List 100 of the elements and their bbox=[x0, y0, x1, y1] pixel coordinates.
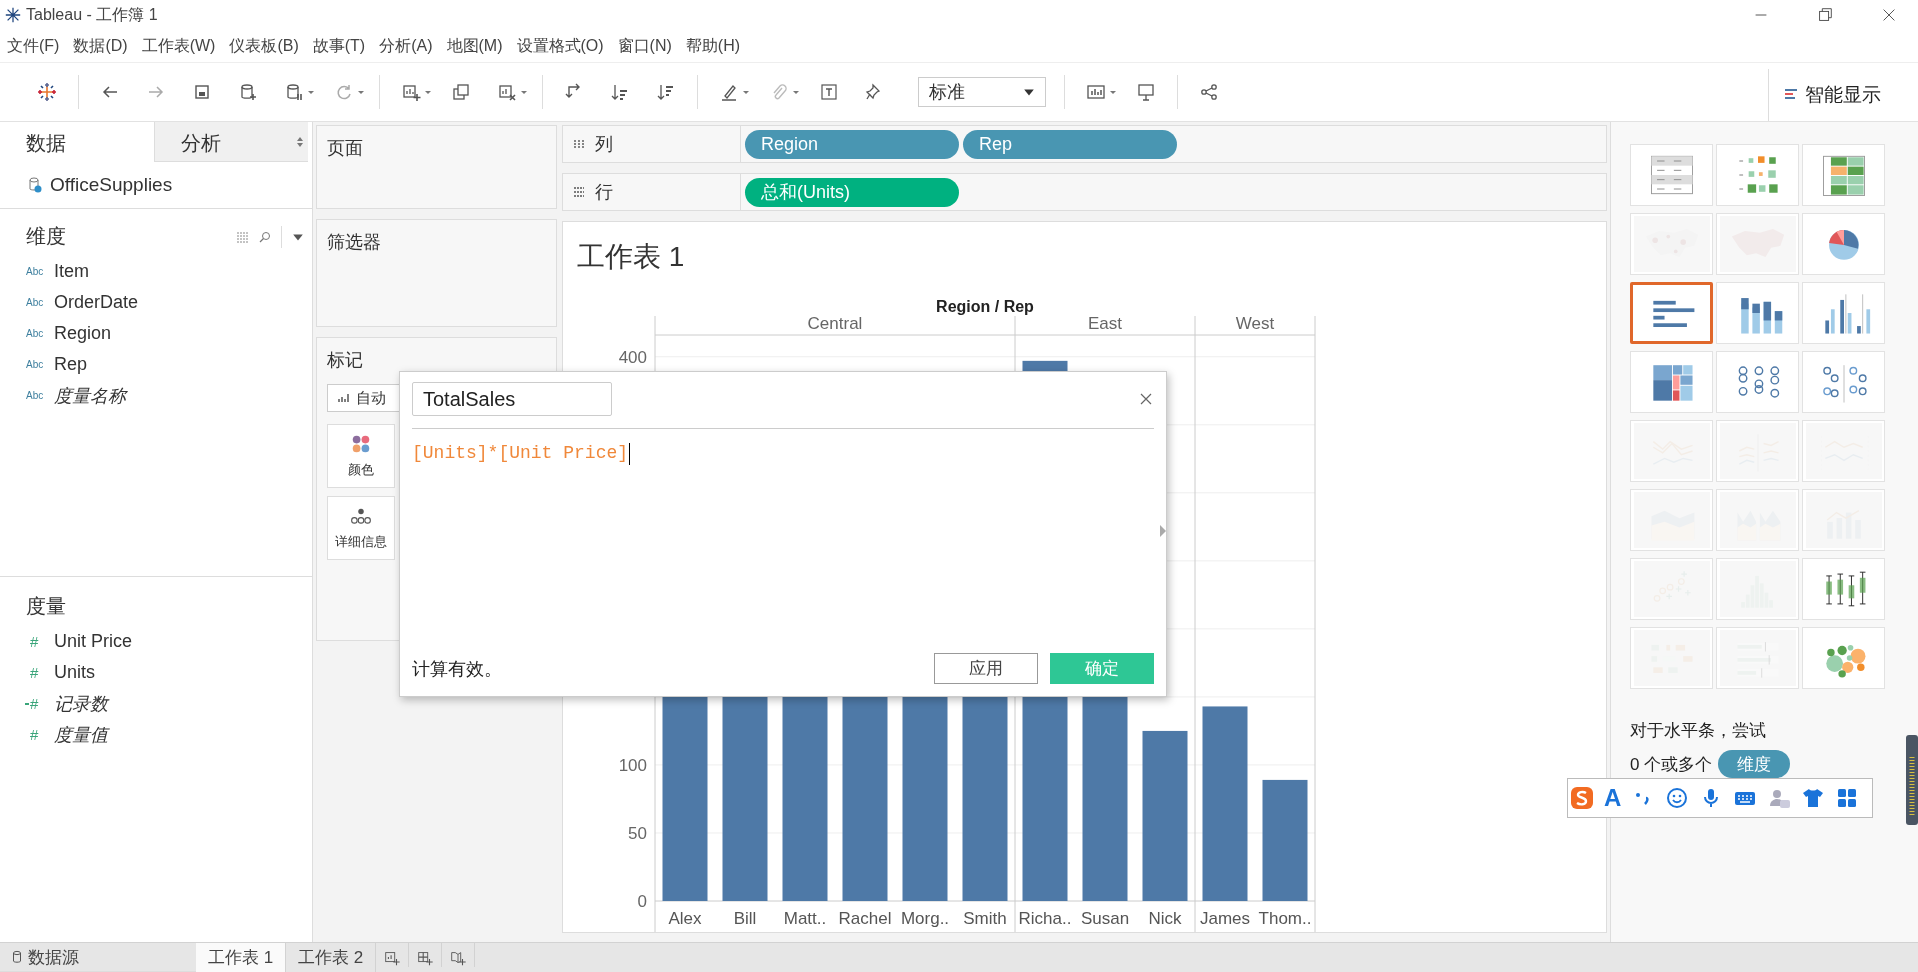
dropdown-caret-icon[interactable] bbox=[520, 88, 528, 96]
axis-tick-label: 400 bbox=[618, 347, 647, 367]
columns-icon bbox=[573, 138, 585, 150]
dropdown-caret-icon[interactable] bbox=[742, 88, 750, 96]
category-label: Nick bbox=[1148, 909, 1182, 928]
sort-ascending-icon[interactable] bbox=[610, 82, 630, 102]
measure-field[interactable]: 记录数 bbox=[54, 691, 108, 716]
apply-button[interactable]: 应用 bbox=[934, 653, 1038, 684]
measure-field[interactable]: Units bbox=[54, 662, 95, 683]
search-icon[interactable] bbox=[259, 230, 271, 243]
app-logo-icon bbox=[4, 6, 22, 24]
menu-item[interactable]: 文件(F) bbox=[7, 35, 60, 57]
data-source-name[interactable]: OfficeSupplies bbox=[50, 174, 173, 196]
show-me-hint: 对于水平条，尝试 bbox=[1630, 720, 1767, 742]
measure-field[interactable]: 度量值 bbox=[54, 722, 108, 747]
card-title: 页面 bbox=[327, 138, 363, 158]
measure-field[interactable]: Unit Price bbox=[54, 631, 133, 652]
string-type-icon: Abc bbox=[26, 297, 54, 308]
string-type-icon: Abc bbox=[26, 328, 54, 339]
clear-sheet-icon[interactable] bbox=[497, 82, 517, 102]
string-type-icon: Abc bbox=[26, 266, 54, 277]
database-icon bbox=[28, 177, 42, 193]
menu-item[interactable]: 工作表(W) bbox=[141, 35, 216, 57]
t-shirt-icon[interactable] bbox=[1801, 786, 1826, 810]
menu-item[interactable]: 帮助(H) bbox=[685, 35, 741, 57]
string-type-icon: Abc bbox=[26, 359, 54, 370]
dropdown-caret-icon[interactable] bbox=[307, 88, 315, 96]
dimension-field[interactable]: 度量名称 bbox=[54, 383, 126, 408]
restore-icon[interactable] bbox=[1816, 6, 1834, 24]
fit-select[interactable]: 标准 bbox=[918, 77, 1046, 107]
number-type-icon: # bbox=[26, 664, 54, 681]
dropdown-caret-icon[interactable] bbox=[792, 88, 800, 96]
number-type-icon: # bbox=[26, 633, 54, 650]
section-title: 度量 bbox=[25, 594, 67, 619]
tableau-logo-icon[interactable] bbox=[37, 82, 57, 102]
new-data-source-icon[interactable] bbox=[238, 82, 258, 102]
presentation-icon[interactable] bbox=[1136, 82, 1156, 102]
section-title: 维度 bbox=[26, 224, 66, 249]
color-dots-icon bbox=[350, 433, 372, 455]
pane-tab[interactable]: 分析 bbox=[154, 122, 308, 162]
bar-chart-icon bbox=[338, 393, 350, 403]
menu-item[interactable]: 分析(A) bbox=[379, 35, 433, 57]
database-icon bbox=[12, 950, 22, 964]
status-message: 计算有效。 bbox=[412, 657, 502, 681]
menu-item[interactable]: 设置格式(O) bbox=[516, 35, 604, 57]
category-label: Bill bbox=[733, 909, 757, 928]
region-header: Central bbox=[807, 314, 863, 333]
pause-data-icon[interactable] bbox=[284, 82, 304, 102]
axis-title: Region / Rep bbox=[936, 298, 1034, 315]
bar-chart-icon bbox=[1785, 88, 1799, 102]
axis-tick-label: 0 bbox=[637, 892, 647, 911]
dimension-field[interactable]: Item bbox=[54, 261, 89, 282]
category-label: Rachel bbox=[838, 909, 892, 928]
category-label: Susan bbox=[1080, 909, 1130, 928]
category-label: Alex bbox=[668, 909, 702, 928]
input-mode-toggle[interactable]: A bbox=[1604, 784, 1622, 812]
category-label: James bbox=[1199, 909, 1251, 928]
category-label: Richa.. bbox=[1018, 909, 1072, 928]
dropdown-caret-icon[interactable] bbox=[357, 88, 365, 96]
string-type-icon: Abc bbox=[26, 390, 54, 401]
close-icon[interactable] bbox=[1140, 393, 1152, 405]
new-worksheet-icon[interactable] bbox=[401, 82, 421, 102]
marks-card-button[interactable]: 详细信息 bbox=[327, 496, 395, 560]
save-icon[interactable] bbox=[192, 82, 212, 102]
menu-item[interactable]: 故事(T) bbox=[312, 35, 366, 57]
dimension-pill: 维度 bbox=[1718, 750, 1791, 778]
sheet-tab[interactable]: 工作表 2 bbox=[286, 943, 376, 972]
dimension-field[interactable]: Region bbox=[54, 323, 112, 344]
calculation-name-field[interactable]: TotalSales bbox=[412, 382, 612, 416]
axis-tick-label: 100 bbox=[618, 755, 647, 775]
requirement-text: 0 个或多个 bbox=[1630, 753, 1713, 776]
card-title: 筛选器 bbox=[327, 232, 381, 252]
number-type-icon: # bbox=[26, 726, 54, 743]
window-title: Tableau - 工作簿 1 bbox=[26, 4, 158, 25]
worksheet-title: 工作表 1 bbox=[576, 240, 686, 274]
marks-card-button[interactable]: 颜色 bbox=[327, 424, 395, 488]
dropdown-caret-icon[interactable] bbox=[1109, 88, 1117, 96]
input-method-logo-icon[interactable] bbox=[1570, 786, 1594, 810]
show-labels-icon[interactable] bbox=[819, 82, 839, 102]
menu-item[interactable]: 窗口(N) bbox=[617, 35, 672, 57]
menu-item[interactable]: 仪表板(B) bbox=[229, 35, 299, 57]
sheet-tab[interactable]: 工作表 1 bbox=[196, 943, 286, 972]
menu-item[interactable]: 地图(M) bbox=[446, 35, 503, 57]
sort-arrows-icon[interactable] bbox=[296, 136, 304, 148]
dimension-field[interactable]: Rep bbox=[54, 354, 88, 375]
show-cards-icon[interactable] bbox=[1086, 82, 1106, 102]
expand-arrow-icon[interactable] bbox=[1160, 525, 1166, 537]
category-label: Thom.. bbox=[1258, 909, 1312, 928]
menu-item[interactable]: 数据(D) bbox=[73, 35, 128, 57]
emoji-icon[interactable] bbox=[1665, 786, 1690, 810]
card-title: 标记 bbox=[327, 349, 364, 372]
category-label: Matt.. bbox=[783, 909, 827, 928]
axis-tick-label: 50 bbox=[628, 823, 647, 843]
share-icon[interactable] bbox=[1199, 82, 1219, 102]
category-label: Smith bbox=[963, 909, 1007, 928]
duplicate-sheet-icon[interactable] bbox=[451, 82, 471, 102]
sort-descending-icon[interactable] bbox=[656, 82, 676, 102]
dimension-field[interactable]: OrderDate bbox=[54, 292, 139, 313]
rows-icon bbox=[573, 186, 585, 198]
dropdown-caret-icon[interactable] bbox=[424, 88, 432, 96]
